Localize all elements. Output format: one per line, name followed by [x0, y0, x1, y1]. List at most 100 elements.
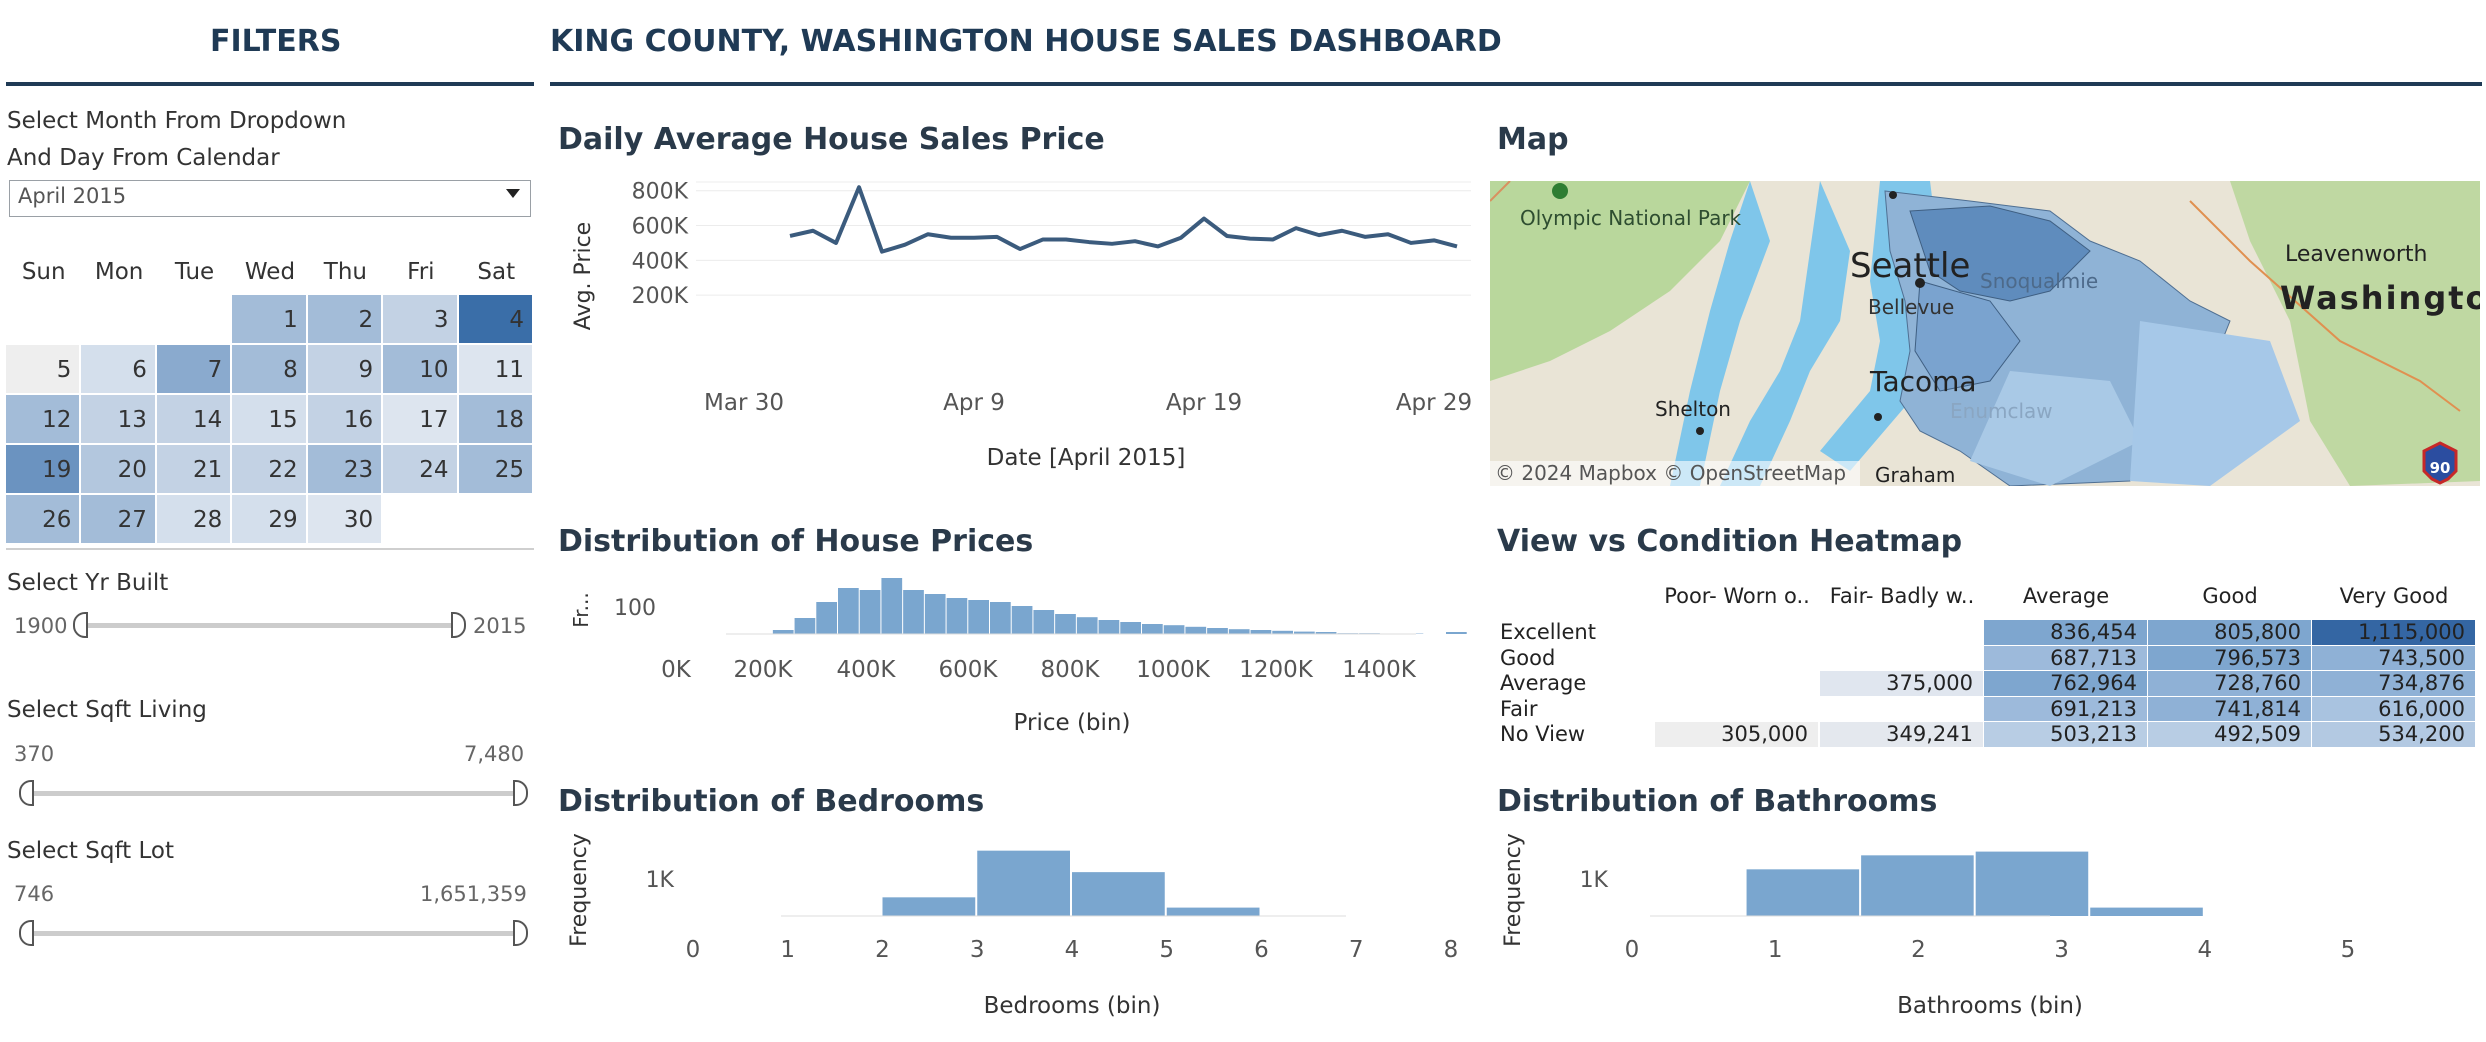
heatmap-cell[interactable]: 743,500: [2312, 645, 2476, 671]
price-xtick: 0K: [661, 657, 692, 683]
price-bar: [924, 594, 946, 634]
sqft-living-min-handle[interactable]: [19, 780, 34, 806]
map-view[interactable]: Olympic National Park Seattle Bellevue S…: [1490, 181, 2480, 486]
calendar-day-6[interactable]: 6: [81, 345, 157, 395]
bathrooms-xtick: 1: [1768, 937, 1783, 963]
sqft-lot-max-handle[interactable]: [513, 920, 528, 946]
calendar-day-8[interactable]: 8: [232, 345, 308, 395]
bedrooms-bar: [977, 850, 1070, 916]
calendar-day-22[interactable]: 22: [232, 445, 308, 495]
heatmap-table: Poor- Worn o.. Fair- Badly w.. Average Good…: [1490, 584, 2480, 754]
bedrooms-ytick: 1K: [646, 868, 675, 893]
sqft-living-track[interactable]: [26, 791, 518, 796]
calendar-day-12[interactable]: 12: [6, 395, 82, 445]
calendar-day-5[interactable]: 5: [6, 345, 82, 395]
calendar-day-25[interactable]: 25: [458, 445, 534, 495]
calendar-day-11[interactable]: 11: [458, 345, 534, 395]
calendar-day-15[interactable]: 15: [232, 395, 308, 445]
sqft-lot-track[interactable]: [26, 931, 518, 936]
price-bar: [946, 598, 968, 634]
heatmap-cell[interactable]: 375,000: [1820, 671, 1984, 697]
calendar-day-10[interactable]: 10: [383, 345, 459, 395]
price-bar: [968, 600, 989, 634]
price-bar: [1011, 606, 1033, 634]
price-ytick: 100: [614, 596, 656, 621]
heatmap-cell[interactable]: 305,000: [1655, 722, 1819, 748]
map-attribution[interactable]: © 2024 Mapbox © OpenStreetMap: [1495, 461, 1846, 485]
price-bar: [1446, 632, 1467, 634]
calendar-day-16[interactable]: 16: [307, 395, 384, 445]
yr-built-max-handle[interactable]: [451, 612, 466, 638]
calendar-day-21[interactable]: 21: [156, 445, 233, 495]
heatmap-cell[interactable]: 741,814: [2148, 696, 2312, 722]
heatmap-cell[interactable]: 796,573: [2148, 645, 2312, 671]
heatmap-cell[interactable]: 762,964: [1984, 671, 2148, 697]
calendar-day-26[interactable]: 26: [6, 495, 82, 545]
calendar-day-18[interactable]: 18: [458, 395, 534, 445]
calendar-weekday-thu: Thu: [323, 259, 368, 285]
heatmap-title: View vs Condition Heatmap: [1497, 524, 1963, 559]
calendar: Sun Mon Tue Wed Thu Fri Sat 1 2 3 4 5 6 7 8 9 10 11 12 13 1…: [6, 255, 534, 545]
price-bar: [1142, 624, 1163, 634]
heatmap-cell[interactable]: 734,876: [2312, 671, 2476, 697]
heatmap-cell[interactable]: 492,509: [2148, 722, 2312, 748]
calendar-day-1[interactable]: 1: [232, 295, 308, 345]
sqft-lot-min-handle[interactable]: [19, 920, 34, 946]
calendar-day-2[interactable]: 2: [307, 295, 384, 345]
calendar-day-17[interactable]: 17: [383, 395, 459, 445]
bathrooms-bar: [2090, 907, 2203, 916]
map-label-bellevue: Bellevue: [1868, 295, 1954, 319]
map-label-shelton: Shelton: [1655, 397, 1731, 421]
calendar-day-24[interactable]: 24: [383, 445, 459, 495]
calendar-day-4[interactable]: 4: [458, 295, 534, 345]
map-label-seattle: Seattle: [1850, 246, 1970, 286]
heatmap-cell[interactable]: 687,713: [1984, 645, 2148, 671]
line-chart-ytick: 400K: [632, 249, 689, 274]
calendar-weekday-mon: Mon: [94, 259, 144, 285]
yr-built-track[interactable]: [80, 623, 466, 628]
heatmap-row-header: Good: [1500, 645, 1556, 670]
calendar-day-7[interactable]: 7: [156, 345, 233, 395]
heatmap-cell[interactable]: 728,760: [2148, 671, 2312, 697]
heatmap-cell[interactable]: 616,000: [2312, 696, 2476, 722]
heatmap-cell[interactable]: 503,213: [1984, 722, 2148, 748]
dashboard-rule: [550, 82, 2482, 86]
heatmap-cell[interactable]: 349,241: [1820, 722, 1984, 748]
yr-built-min-handle[interactable]: [73, 612, 88, 638]
calendar-day-3[interactable]: 3: [383, 295, 459, 345]
bedrooms-ylabel: Frequency: [567, 833, 592, 947]
map-label-snoqualmie: Snoqualmie: [1980, 269, 2098, 293]
calendar-day-19[interactable]: 19: [6, 445, 82, 495]
heatmap-cell[interactable]: 1,115,000: [2312, 620, 2476, 646]
price-xtick: 1200K: [1239, 657, 1314, 683]
line-chart-ytick: 800K: [632, 180, 689, 205]
bedrooms-bar: [1166, 907, 1260, 916]
calendar-day-13[interactable]: 13: [81, 395, 157, 445]
line-chart-ytick: 600K: [632, 215, 689, 240]
bedrooms-xtick: 2: [875, 937, 890, 963]
bedrooms-xtick: 8: [1444, 937, 1459, 963]
bedrooms-xtick: 1: [780, 937, 795, 963]
heatmap-cell[interactable]: 805,800: [2148, 620, 2312, 646]
calendar-day-14[interactable]: 14: [156, 395, 233, 445]
calendar-day-27[interactable]: 27: [81, 495, 157, 545]
calendar-day-20[interactable]: 20: [81, 445, 157, 495]
calendar-day-28[interactable]: 28: [156, 495, 233, 545]
heatmap-cell[interactable]: 691,213: [1984, 696, 2148, 722]
calendar-day-30[interactable]: 30: [307, 495, 384, 545]
chevron-down-icon: [506, 189, 520, 198]
sqft-living-max-handle[interactable]: [513, 780, 528, 806]
heatmap-cell[interactable]: 534,200: [2312, 722, 2476, 748]
bedrooms-bar: [1072, 872, 1165, 916]
price-ylabel: Fr...: [569, 592, 593, 628]
city-dot-tacoma: [1874, 413, 1882, 421]
heatmap-cell[interactable]: 836,454: [1984, 620, 2148, 646]
map-label-tacoma: Tacoma: [1869, 365, 1977, 398]
month-dropdown[interactable]: April 2015: [9, 180, 531, 217]
price-xtick: 800K: [1041, 657, 1101, 683]
calendar-day-23[interactable]: 23: [307, 445, 384, 495]
calendar-weekday-sun: Sun: [21, 259, 66, 285]
sqft-living-label: Select Sqft Living: [7, 697, 207, 723]
calendar-day-29[interactable]: 29: [232, 495, 308, 545]
calendar-day-9[interactable]: 9: [307, 345, 384, 395]
